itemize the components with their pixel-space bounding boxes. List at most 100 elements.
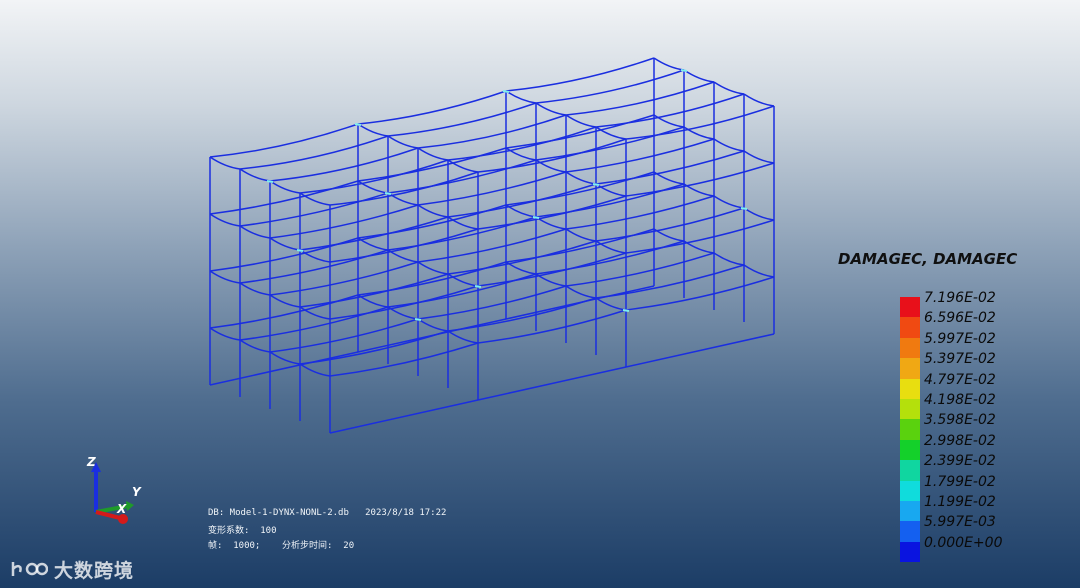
legend-swatch (900, 399, 920, 420)
frame-member (417, 318, 449, 332)
frame-member (357, 318, 507, 353)
frame-member (209, 156, 241, 170)
frame-member (477, 195, 627, 230)
frame-member (535, 102, 567, 116)
watermark-logo-icon (11, 562, 48, 576)
damage-hotspot (354, 123, 362, 126)
legend-swatch (900, 358, 920, 379)
legend-swatch (900, 501, 920, 522)
frame-member (713, 252, 745, 266)
frame-member (505, 114, 655, 149)
frame-member (447, 183, 597, 218)
frame-member (713, 138, 745, 152)
frame-member (239, 306, 389, 341)
frame-member (329, 399, 479, 434)
legend-label: 1.199E-02 (924, 494, 996, 510)
frame-member (239, 339, 271, 353)
legend-swatch (900, 337, 920, 359)
frame-member (595, 240, 627, 254)
legend-label: 0.000E+00 (924, 534, 1003, 551)
damage-hotspot (622, 309, 630, 312)
damage-hotspot (740, 207, 748, 210)
axis-triad-icon: Z Y X (86, 455, 142, 524)
axis-x-label: X (116, 502, 127, 516)
frame-member (565, 195, 715, 230)
frame-member (447, 240, 597, 275)
model-info: DB: Model-1-DYNX-NONL-2.db 2023/8/18 17:… (208, 508, 446, 553)
frame-member (565, 171, 597, 185)
frame-member (329, 285, 479, 320)
legend-swatch (900, 317, 920, 338)
frame-member (209, 351, 359, 386)
frame-member (595, 126, 627, 140)
frame-member (505, 285, 655, 320)
frame-member (477, 309, 627, 344)
frame-member (269, 237, 301, 251)
frame-member (209, 213, 241, 227)
frame-member (239, 168, 271, 182)
frame-member (209, 327, 241, 341)
frame-member (239, 192, 389, 227)
legend-swatch (900, 460, 920, 481)
axis-y-label: Y (132, 485, 142, 499)
legend-swatch (900, 378, 920, 400)
frame-member (417, 171, 567, 206)
legend-swatch (900, 541, 920, 563)
frame-member (653, 57, 685, 71)
frame-member (209, 294, 359, 329)
frame-member (269, 294, 301, 308)
frame-member (625, 333, 775, 368)
frame-member (239, 282, 271, 296)
legend-label: 2.399E-02 (924, 453, 996, 470)
info-scale: 变形系数: 100 (208, 526, 277, 536)
frame-member (209, 180, 359, 215)
damage-hotspot (474, 285, 482, 288)
frame-member (565, 285, 597, 299)
legend-label: 6.596E-02 (924, 310, 996, 327)
frame-member (357, 147, 507, 182)
damage-hotspot (680, 69, 688, 72)
frame-member (299, 330, 449, 365)
frame-member (417, 261, 449, 275)
frame-member (357, 123, 389, 137)
frame-wireframe (209, 57, 775, 434)
frame-member (743, 93, 775, 107)
frame-member (417, 147, 449, 161)
frame-member (299, 192, 331, 206)
frame-member (595, 183, 627, 197)
frame-member (417, 204, 449, 218)
frame-member (387, 135, 419, 149)
legend-label: 3.598E-02 (924, 412, 996, 429)
frame-member (565, 138, 715, 173)
frame-member (299, 363, 331, 377)
info-frame: 帧: 1000; 分析步时间: 20 (208, 541, 355, 551)
legend-swatch (900, 521, 920, 542)
frame-member (743, 264, 775, 278)
frame-member (595, 297, 627, 311)
frame-member (299, 249, 331, 263)
frame-member (447, 159, 479, 173)
frame-member (477, 366, 627, 401)
watermark-text: 大数跨境 (54, 559, 135, 582)
frame-member (505, 90, 537, 104)
legend-swatch (900, 419, 920, 440)
frame-member (329, 171, 479, 206)
frame-member (209, 237, 359, 272)
frame-member (299, 216, 449, 251)
watermark: 大数跨境 (10, 556, 134, 582)
frame-member (625, 219, 775, 254)
damage-hotspot (414, 318, 422, 321)
frame-member (565, 114, 597, 128)
frame-member (299, 306, 331, 320)
frame-member (477, 138, 627, 173)
legend-swatch (900, 297, 920, 318)
frame-member (387, 159, 537, 194)
legend-label: 4.797E-02 (924, 371, 996, 388)
frame-member (565, 228, 597, 242)
frame-member (565, 252, 715, 287)
frame-member (417, 285, 567, 320)
frame-member (269, 204, 419, 239)
damage-hotspot (592, 183, 600, 186)
frame-member (329, 228, 479, 263)
frame-member (595, 150, 745, 185)
